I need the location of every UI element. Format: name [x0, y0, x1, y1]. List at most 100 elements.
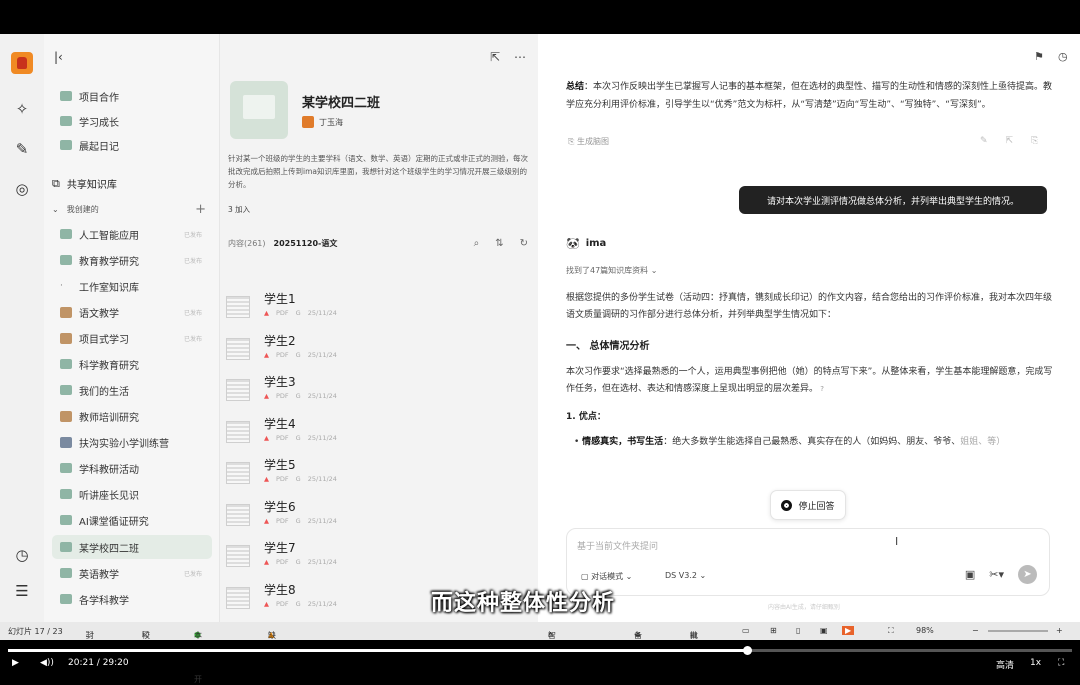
file-name: 学生8 — [264, 582, 296, 597]
file-type: PDF — [276, 516, 289, 525]
panda-icon: 🐼 — [566, 237, 580, 250]
volume-icon[interactable]: ◀)) — [40, 658, 54, 668]
collapse-sidebar-icon[interactable]: |‹ — [54, 50, 63, 64]
book-icon — [60, 306, 72, 318]
search-icon[interactable]: ⌕ — [474, 238, 480, 249]
file-size: G — [295, 558, 301, 566]
sort-icon[interactable]: ⇅ — [495, 238, 503, 249]
file-item[interactable]: 学生1 ▲ PDF G 25/11/24 — [226, 290, 526, 326]
file-item[interactable]: 学生3 ▲ PDF G 25/11/24 — [226, 373, 526, 409]
sources-toggle[interactable]: 找到了47篇知识库资料 ⌄ — [566, 265, 657, 276]
reading-view-icon[interactable]: ▯ — [796, 626, 800, 635]
video-scrubber[interactable] — [742, 646, 752, 655]
scissors-icon[interactable]: ✂▾ — [989, 568, 1004, 581]
joined-count[interactable]: 3 加入 — [228, 204, 250, 215]
zoom-slider[interactable] — [988, 630, 1048, 632]
file-meta: ▲ PDF G 25/11/24 — [264, 351, 337, 359]
clock-icon[interactable]: ◷ — [11, 544, 33, 566]
zoom-out-icon[interactable]: − — [972, 626, 979, 635]
sidebar-item-kb[interactable]: 听讲座长见识 — [52, 482, 212, 506]
send-button[interactable]: ➤ — [1018, 565, 1037, 584]
sidebar-item-diary[interactable]: 晨起日记 — [52, 133, 212, 157]
mode-selector[interactable]: ▢ 对话模式 ⌄ — [581, 571, 632, 582]
file-size: G — [295, 309, 301, 317]
file-meta: ▲ PDF G 25/11/24 — [264, 517, 337, 525]
folder-icon — [60, 385, 72, 395]
sidebar-item-kb[interactable]: 英语教学 已发布 — [52, 561, 212, 585]
refresh-icon[interactable]: ↻ — [520, 238, 528, 249]
sidebar-item-kb[interactable]: 项目式学习 已发布 — [52, 326, 212, 350]
copy-icon[interactable]: ⎘ — [1031, 136, 1038, 146]
sidebar-item-kb[interactable]: AI课堂循证研究 — [52, 508, 212, 532]
sidebar-item-kb[interactable]: 教师培训研究 — [52, 404, 212, 428]
sidebar-item-kb[interactable]: 教育教学研究 已发布 — [52, 248, 212, 272]
fit-icon[interactable]: ⛶ — [888, 626, 894, 636]
chat-panel: ⚑ ◷ 总结：本次习作反映出学生已掌握写人记事的基本框架，但在选材的典型性、描写… — [538, 34, 1080, 622]
export-icon[interactable]: ⇱ — [1006, 136, 1014, 146]
menu-icon[interactable]: ☰ — [11, 580, 33, 602]
published-badge: 已发布 — [183, 335, 202, 343]
file-item[interactable]: 学生2 ▲ PDF G 25/11/24 — [226, 332, 526, 368]
model-selector[interactable]: DS V3.2 ⌄ — [665, 571, 706, 580]
folder-icon — [60, 515, 72, 525]
edit-icon[interactable]: ✎ — [11, 138, 33, 160]
summary-text: ：本次习作反映出学生已掌握写人记事的基本框架，但在选材的典型性、描写的生动性和情… — [566, 82, 1053, 110]
file-size: G — [295, 433, 301, 442]
play-slideshow-icon[interactable]: ▶ — [842, 626, 855, 635]
flag-icon[interactable]: ⚑ — [1034, 50, 1044, 63]
pdf-icon: ▲ — [264, 392, 269, 400]
logo-icon[interactable] — [11, 52, 33, 74]
zoom-in-icon[interactable]: + — [1056, 626, 1063, 635]
sidebar-item-kb-active[interactable]: 某学校四二班 — [52, 535, 212, 559]
add-kb-icon[interactable]: + — [195, 202, 206, 217]
sidebar-item-kb[interactable]: 人工智能应用 已发布 — [52, 222, 212, 246]
content-count[interactable]: 内容(261) — [228, 238, 266, 249]
fullscreen-icon[interactable]: ⛶ — [1058, 658, 1064, 668]
stop-answer-button[interactable]: 停止回答 — [770, 490, 846, 520]
file-item[interactable]: 学生4 ▲ PDF G 25/11/24 — [226, 415, 526, 451]
created-by-me-header[interactable]: ⌄ 我创建的 + — [52, 202, 212, 217]
shared-kb-heading[interactable]: ⧉ 共享知识库 — [52, 176, 117, 192]
more-icon[interactable]: ⋯ — [514, 50, 526, 64]
sidebar-item-kb[interactable]: 学科教研活动 — [52, 456, 212, 480]
file-item[interactable]: 学生6 ▲ PDF G 25/11/24 — [226, 498, 526, 534]
sidebar-item-kb[interactable]: 各学科教学 — [52, 587, 212, 611]
file-item[interactable]: 学生7 ▲ PDF G 25/11/24 — [226, 539, 526, 575]
history-icon[interactable]: ◷ — [1058, 50, 1068, 63]
sidebar-item-growth[interactable]: 学习成长 — [52, 109, 212, 133]
play-icon[interactable]: ▶ — [12, 658, 19, 668]
chat-icon: ▢ — [581, 572, 592, 581]
sidebar-item-project[interactable]: 项目合作 — [52, 84, 212, 108]
citation-icon[interactable]: ? — [818, 385, 824, 393]
question-input[interactable]: 基于当前文件夹提问 Ι ▢ 对话模式 ⌄ DS V3.2 ⌄ ▣ ✂▾ ➤ — [566, 528, 1050, 596]
compass-icon[interactable]: ◎ — [11, 178, 33, 200]
sidebar-item-kb[interactable]: 语文教学 已发布 — [52, 300, 212, 324]
sidebar-item-kb[interactable]: 科学教育研究 — [52, 352, 212, 376]
share-icon[interactable]: ⇱ — [490, 50, 500, 64]
file-size: G — [295, 599, 301, 608]
current-folder[interactable]: 20251120-语文 — [274, 238, 338, 249]
normal-view-icon[interactable]: ▭ — [742, 626, 750, 635]
speed-button[interactable]: 1x — [1030, 658, 1041, 668]
video-progress[interactable] — [8, 649, 1072, 652]
sidebar-item-kb[interactable]: 扶沟实验小学训练营 — [52, 430, 212, 454]
kb-title: 某学校四二班 — [302, 96, 381, 111]
quality-button[interactable]: 高清 — [996, 658, 1014, 671]
image-icon[interactable]: ▣ — [965, 568, 975, 581]
file-type: PDF — [276, 309, 289, 317]
file-name: 学生5 — [264, 458, 296, 472]
file-item[interactable]: 学生5 ▲ PDF G 25/11/24 — [226, 456, 526, 492]
file-size: G — [295, 392, 301, 400]
note-icon[interactable]: ✎ — [980, 136, 988, 146]
zoom-level[interactable]: 98% — [916, 626, 934, 635]
grid-view-icon[interactable]: ⊞ — [770, 626, 777, 635]
sparkle-icon[interactable]: ✧ — [11, 98, 33, 120]
sidebar-item-kb[interactable]: 我们的生活 — [52, 378, 212, 402]
file-meta: ▲ PDF G 25/11/24 — [264, 434, 337, 442]
mindmap-button[interactable]: ⎘ 生成脑图 — [568, 136, 609, 147]
chevron-down-icon: ⌄ — [623, 572, 633, 581]
book-icon — [60, 436, 72, 448]
outline-view-icon[interactable]: ▣ — [820, 626, 828, 635]
sidebar-item-kb[interactable]: · 工作室知识库 — [52, 274, 212, 298]
app-window: ✧ ✎ ◎ ◷ ☰ |‹ 项目合作 学习成长 晨起日记 ⧉ 共享知识库 ⌄ 我创建的… — [0, 34, 1080, 650]
